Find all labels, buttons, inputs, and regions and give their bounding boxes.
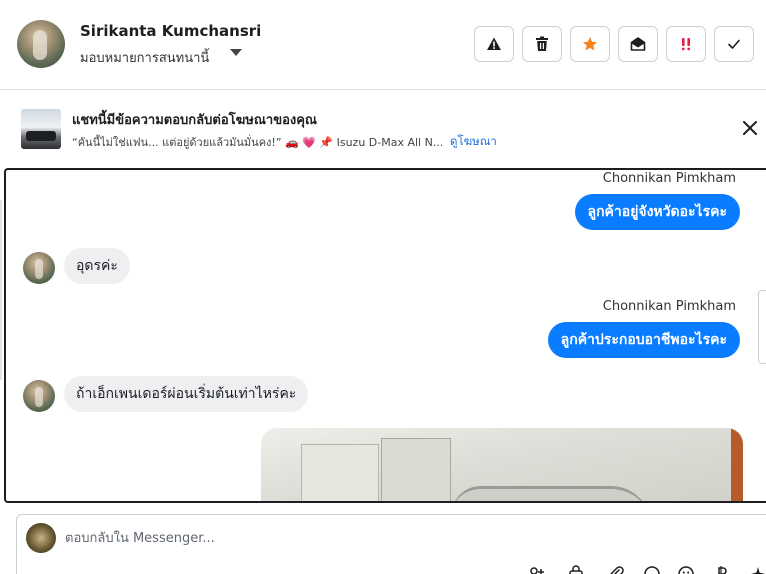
contact-name[interactable]: Sirikanta Kumchansri (80, 22, 261, 40)
bag-icon (569, 565, 583, 574)
contact-avatar[interactable] (17, 20, 65, 68)
page-avatar (26, 523, 56, 553)
scroll-edge (0, 200, 2, 380)
contact-avatar-small (23, 380, 55, 412)
photo-detail (301, 444, 379, 501)
priority-button[interactable] (666, 26, 706, 62)
message-list[interactable]: Chonnikan Pimkham ลูกค้าอยู่จังหวัดอะไรค… (4, 168, 766, 503)
attach-button[interactable] (605, 563, 627, 574)
delete-button[interactable] (522, 26, 562, 62)
emoji-button[interactable] (641, 563, 663, 574)
chevron-down-icon[interactable] (230, 49, 242, 56)
photo-detail (731, 428, 743, 501)
reply-input[interactable] (65, 523, 665, 553)
view-ad-link[interactable]: ดูโฆษณา (450, 133, 497, 151)
check-icon (728, 39, 740, 49)
smiley-icon (644, 566, 660, 574)
outgoing-message[interactable]: ลูกค้าอยู่จังหวัดอะไรคะ (574, 194, 740, 230)
mark-unread-button[interactable] (618, 26, 658, 62)
shop-button[interactable] (565, 563, 587, 574)
outgoing-message[interactable]: ลูกค้าประกอบอาชีพอะไรคะ (547, 322, 740, 358)
paperclip-icon (610, 566, 624, 574)
message-composer (16, 514, 766, 574)
messenger-inbox-thread: Sirikanta Kumchansri มอบหมายการสนทนานี้ (0, 0, 766, 574)
ad-thumbnail[interactable] (21, 109, 61, 149)
thread-actions (474, 26, 754, 62)
incoming-message[interactable]: อุดรค่ะ (64, 248, 130, 284)
ad-preview-text: “คันนี้ไม่ใช่แฟน... แต่อยู่ด้วยแล้วมันมั… (72, 136, 442, 149)
star-icon (583, 37, 597, 51)
done-button[interactable] (714, 26, 754, 62)
ad-reply-title: แชทนี้มีข้อความตอบกลับต่อโฆษณาของคุณ (72, 113, 317, 128)
sticker-button[interactable] (675, 563, 697, 574)
sticker-icon (678, 566, 694, 574)
thread-header: Sirikanta Kumchansri มอบหมายการสนทนานี้ (0, 0, 766, 90)
trash-icon (536, 36, 548, 51)
payment-button[interactable] (711, 563, 733, 574)
side-panel-edge[interactable] (758, 290, 766, 364)
photo-attachment[interactable] (261, 428, 743, 501)
incoming-message[interactable]: ถ้าเอ็กเพนเดอร์ผ่อนเริ่มต้นเท่าไหร่คะ (64, 376, 309, 412)
report-button[interactable] (474, 26, 514, 62)
sparkle-icon (751, 567, 765, 574)
user-plus-icon (530, 567, 544, 574)
photo-detail (381, 438, 451, 501)
contact-avatar-small (23, 252, 55, 284)
baht-icon (718, 566, 727, 574)
envelope-open-icon (630, 37, 646, 51)
sender-label: Chonnikan Pimkham (602, 299, 736, 314)
add-contact-button[interactable] (525, 563, 547, 574)
star-button[interactable] (570, 26, 610, 62)
warning-icon (487, 37, 501, 50)
ad-reply-banner: แชทนี้มีข้อความตอบกลับต่อโฆษณาของคุณ “คั… (0, 103, 766, 155)
quick-reply-button[interactable] (747, 563, 766, 574)
assign-conversation-label[interactable]: มอบหมายการสนทนานี้ (80, 47, 209, 68)
exclamation-icon (682, 38, 690, 51)
composer-toolbar (525, 563, 765, 574)
sender-label: Chonnikan Pimkham (602, 171, 736, 186)
photo-detail (451, 486, 651, 501)
close-icon[interactable] (740, 118, 760, 138)
